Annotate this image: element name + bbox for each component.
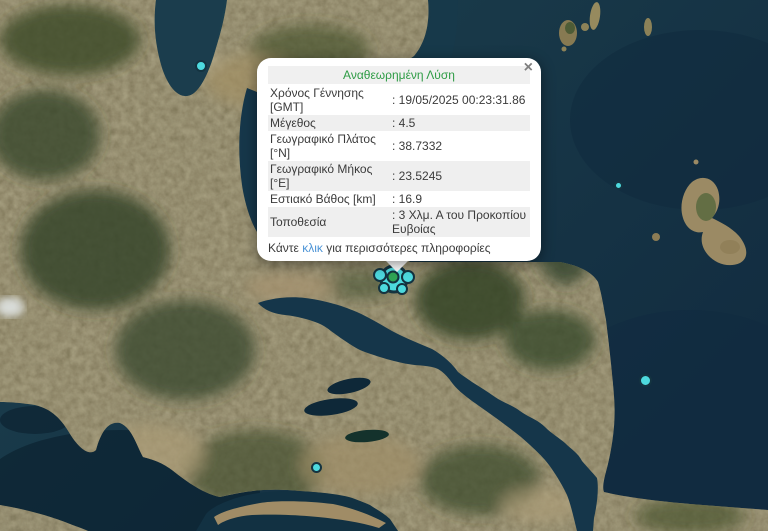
- row-label: Εστιακό Βάθος [km]: [270, 192, 376, 206]
- row-label: Μέγεθος: [270, 116, 316, 130]
- table-row: Χρόνος Γέννησης [GMT] : 19/05/2025 00:23…: [268, 85, 530, 115]
- earthquake-info-table: Χρόνος Γέννησης [GMT] : 19/05/2025 00:23…: [268, 85, 530, 237]
- earthquake-dot-4[interactable]: [310, 461, 322, 473]
- table-row: Γεωγραφικό Πλάτος [°N] : 38.7332: [268, 131, 530, 161]
- earthquake-dot-3[interactable]: [638, 373, 652, 387]
- row-label: Χρόνος Γέννησης [GMT]: [270, 86, 364, 114]
- earthquake-dot-2[interactable]: [613, 180, 623, 190]
- row-value: : 19/05/2025 00:23:31.86: [392, 93, 526, 107]
- table-row: Γεωγραφικό Μήκος [°E] : 23.5245: [268, 161, 530, 191]
- footer-text-post: για περισσότερες πληροφορίες: [322, 241, 491, 255]
- row-value: : 38.7332: [392, 139, 443, 153]
- popup-footer: Κάντε κλικ για περισσότερες πληροφορίες: [268, 241, 530, 255]
- row-value: : 4.5: [392, 116, 416, 130]
- row-label: Τοποθεσία: [270, 215, 327, 229]
- more-info-link[interactable]: κλικ: [302, 241, 323, 255]
- table-row: Τοποθεσία : 3 Χλμ. Α του Προκοπίου Ευβοί…: [268, 207, 530, 237]
- table-row: Μέγεθος : 4.5: [268, 115, 530, 131]
- footer-text-pre: Κάντε: [268, 241, 303, 255]
- row-value: : 16.9: [392, 192, 423, 206]
- row-value: : 3 Χλμ. Α του Προκοπίου Ευβοίας: [392, 208, 527, 236]
- table-row: Εστιακό Βάθος [km] : 16.9: [268, 191, 530, 207]
- map-viewport[interactable]: × Αναθεωρημένη Λύση Χρόνος Γέννησης [GMT…: [0, 0, 768, 531]
- earthquake-popup: × Αναθεωρημένη Λύση Χρόνος Γέννησης [GMT…: [257, 58, 541, 261]
- close-icon[interactable]: ×: [524, 60, 533, 76]
- row-label: Γεωγραφικό Μήκος [°E]: [270, 162, 373, 190]
- row-value: : 23.5245: [392, 169, 443, 183]
- row-label: Γεωγραφικό Πλάτος [°N]: [270, 132, 376, 160]
- earthquake-dot-1[interactable]: [195, 60, 207, 72]
- popup-title: Αναθεωρημένη Λύση: [268, 66, 530, 84]
